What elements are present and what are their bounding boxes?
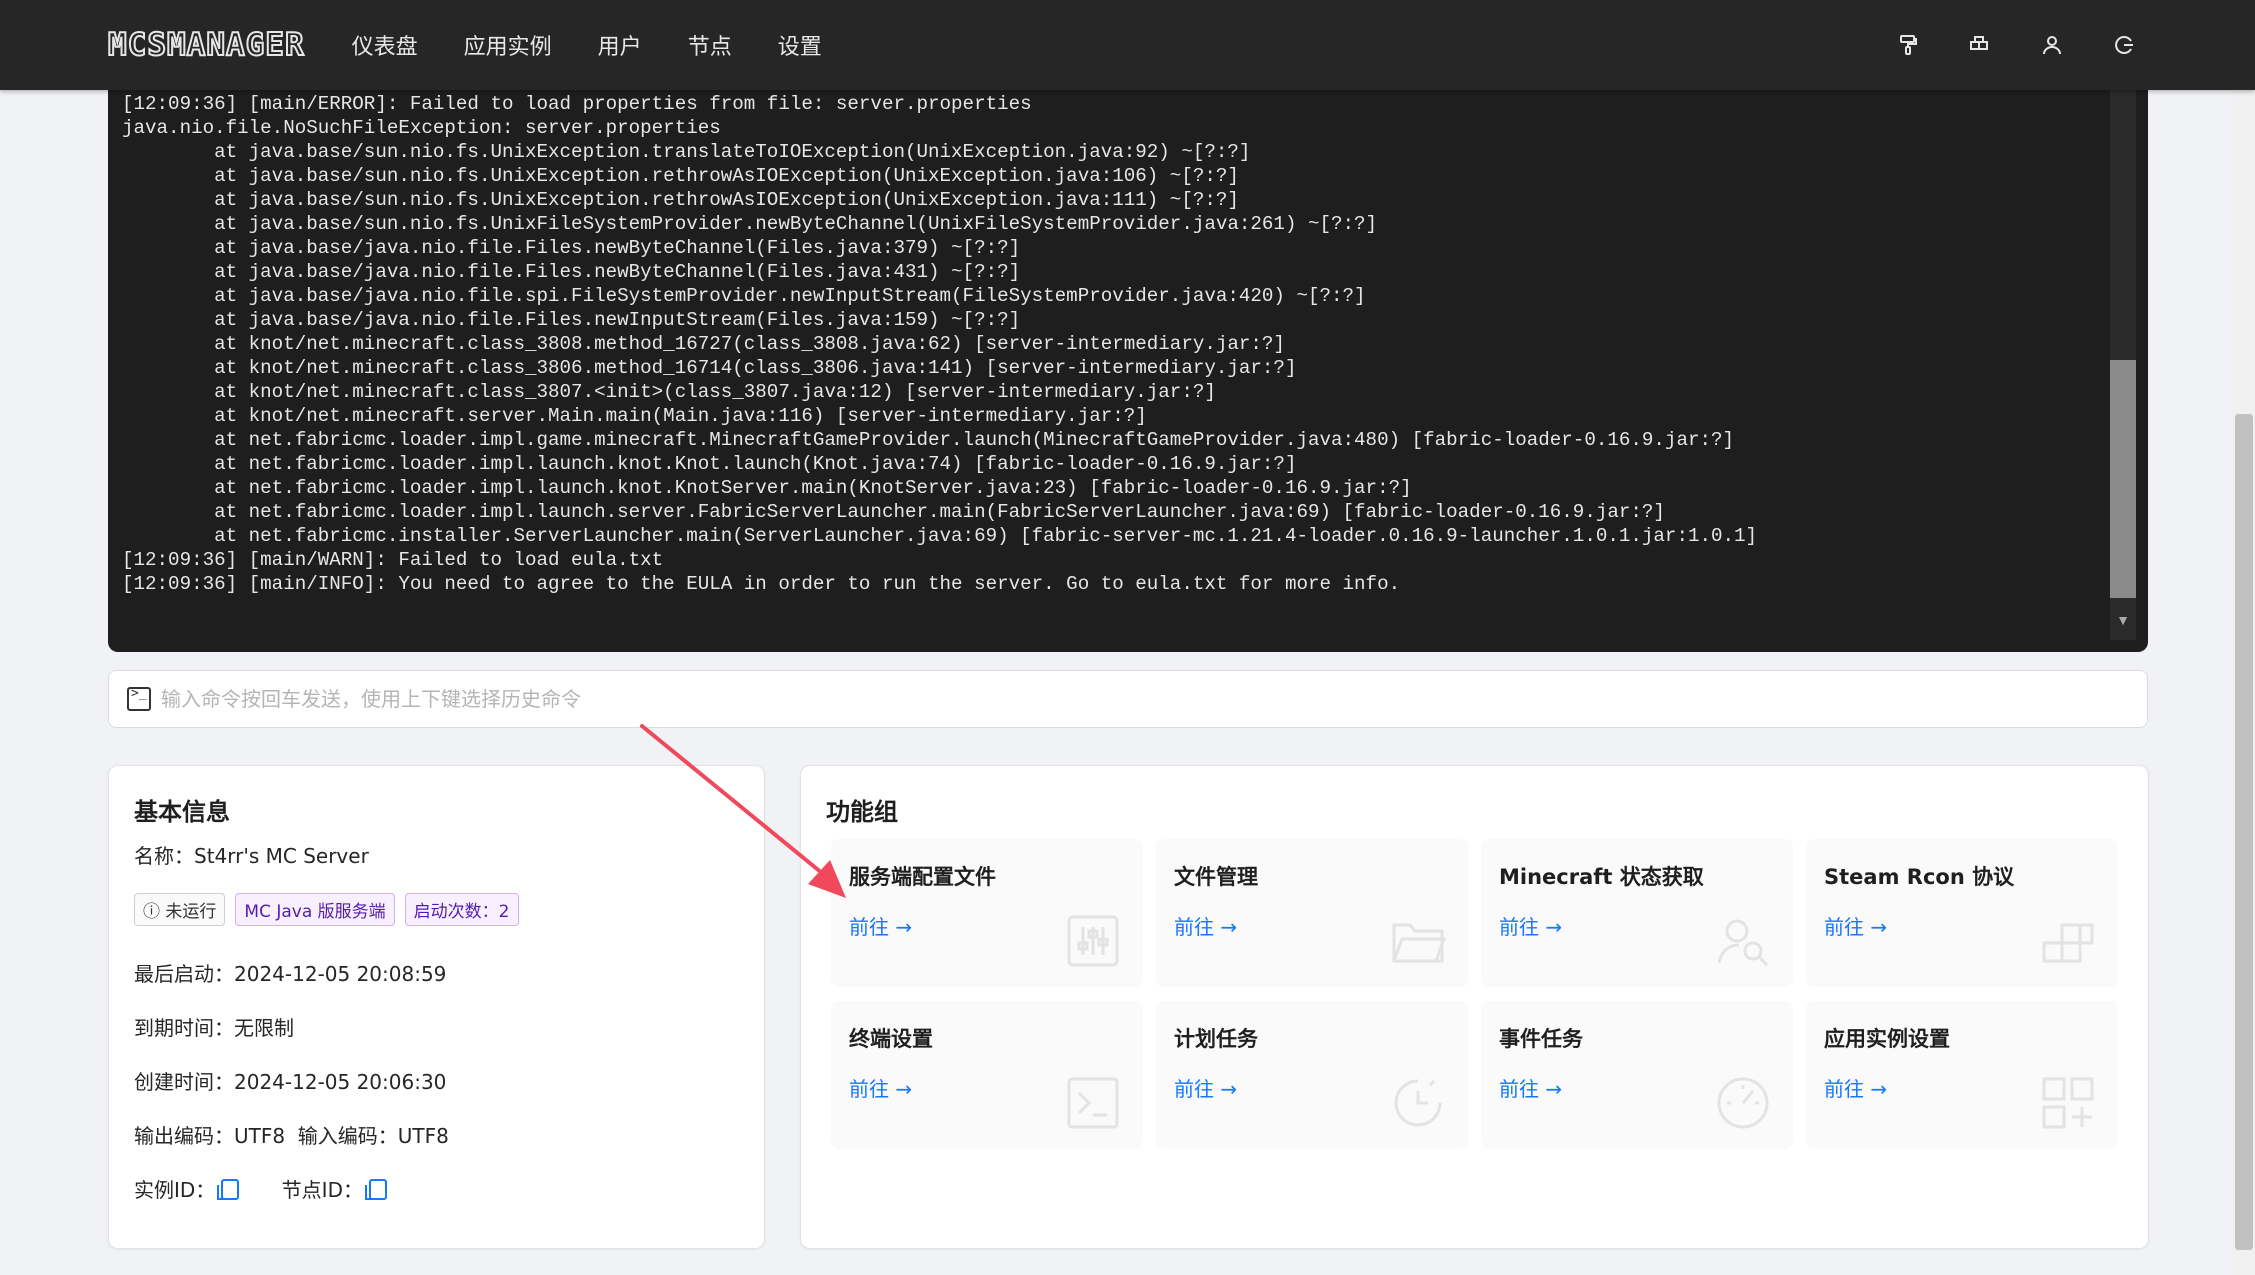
- terminal-line: at java.base/java.nio.file.Files.newInpu…: [122, 309, 1021, 331]
- go-link[interactable]: 前往 →: [849, 911, 912, 940]
- terminal-line: at knot/net.minecraft.class_3807.<init>(…: [122, 381, 1216, 403]
- function-group-title: 功能组: [826, 798, 898, 826]
- logout-icon[interactable]: [2111, 32, 2137, 58]
- encoding-row: 输出编码：UTF8 输入编码：UTF8: [134, 1124, 449, 1148]
- terminal-line: at net.fabricmc.loader.impl.launch.knot.…: [122, 477, 1412, 499]
- go-link[interactable]: 前往 →: [1499, 1073, 1562, 1102]
- terminal-line: at net.fabricmc.installer.ServerLauncher…: [122, 525, 1758, 547]
- expire-row: 到期时间：无限制: [134, 1016, 294, 1040]
- nav-actions: [1849, 0, 2137, 90]
- terminal-line: at java.base/java.nio.file.Files.newByte…: [122, 261, 1021, 283]
- go-link[interactable]: 前往 →: [1174, 1073, 1237, 1102]
- clock-icon: [1390, 1075, 1446, 1131]
- copy-node-id-icon[interactable]: [364, 1179, 387, 1200]
- status-badge: ⓘ 未运行: [134, 893, 226, 926]
- apps-icon: [2040, 1075, 2096, 1131]
- nav-settings[interactable]: 设置: [778, 29, 822, 61]
- fn-steam-rcon[interactable]: Steam Rcon 协议 前往 →: [1806, 839, 2118, 987]
- terminal-output[interactable]: es/fabricmc/sponge-mixin/0.15.4+mixin.0.…: [108, 72, 2148, 652]
- terminal-line: at net.fabricmc.loader.impl.game.minecra…: [122, 429, 1735, 451]
- go-link[interactable]: 前往 →: [1499, 911, 1562, 940]
- fn-title: Minecraft 状态获取: [1499, 865, 1704, 889]
- folder-icon: [1390, 913, 1447, 969]
- layout-icon[interactable]: [1967, 32, 1993, 58]
- basic-info-card: 基本信息 名称：St4rr's MC Server ⓘ 未运行 MC Java …: [108, 765, 765, 1249]
- id-row: 实例ID： 节点ID：: [134, 1174, 387, 1203]
- sliders-icon: [1065, 913, 1121, 969]
- fn-file-manager[interactable]: 文件管理 前往 →: [1156, 839, 1468, 987]
- paint-roller-icon[interactable]: [1895, 32, 1921, 58]
- terminal-line: at net.fabricmc.loader.impl.launch.knot.…: [122, 453, 1297, 475]
- last-start-row: 最后启动：2024-12-05 20:08:59: [134, 962, 447, 986]
- fn-terminal-settings[interactable]: 终端设置 前往 →: [831, 1001, 1143, 1149]
- fn-minecraft-status[interactable]: Minecraft 状态获取 前往 →: [1481, 839, 1793, 987]
- gauge-icon: [1715, 1075, 1771, 1131]
- copy-instance-id-icon[interactable]: [217, 1179, 240, 1200]
- go-link[interactable]: 前往 →: [1174, 911, 1237, 940]
- instance-name-label: 名称：: [134, 844, 194, 868]
- go-link[interactable]: 前往 →: [849, 1073, 912, 1102]
- terminal-icon: [1065, 1075, 1121, 1131]
- blocks-icon: [2040, 913, 2096, 969]
- command-bar: [108, 670, 2148, 728]
- fn-title: 应用实例设置: [1824, 1027, 1950, 1051]
- terminal-line: [12:09:36] [main/WARN]: Failed to load e…: [122, 549, 664, 571]
- terminal-line: at java.base/sun.nio.fs.UnixFileSystemPr…: [122, 213, 1378, 235]
- instance-name: St4rr's MC Server: [194, 844, 369, 868]
- terminal-line: at java.base/java.nio.file.spi.FileSyste…: [122, 285, 1366, 307]
- terminal-line: at knot/net.minecraft.class_3808.method_…: [122, 333, 1285, 355]
- fn-title: 终端设置: [849, 1027, 933, 1051]
- user-icon[interactable]: [2039, 32, 2065, 58]
- terminal-line: [12:09:36] [main/INFO]: You need to agre…: [122, 573, 1401, 595]
- fn-instance-settings[interactable]: 应用实例设置 前往 →: [1806, 1001, 2118, 1149]
- fn-title: 计划任务: [1174, 1027, 1258, 1051]
- terminal-line: at knot/net.minecraft.server.Main.main(M…: [122, 405, 1147, 427]
- go-link[interactable]: 前往 →: [1824, 911, 1887, 940]
- terminal-lines: es/fabricmc/sponge-mixin/0.15.4+mixin.0.…: [122, 72, 2108, 596]
- fn-event-tasks[interactable]: 事件任务 前往 →: [1481, 1001, 1793, 1149]
- terminal-prompt-icon: [127, 686, 151, 711]
- nav-users[interactable]: 用户: [598, 29, 642, 61]
- user-search-icon: [1715, 913, 1771, 969]
- top-nav: MCSMANAGER 仪表盘 应用实例 用户 节点 设置: [0, 0, 2255, 90]
- nav-nodes[interactable]: 节点: [688, 29, 732, 61]
- nav-instances[interactable]: 应用实例: [464, 29, 552, 61]
- function-group-card: 功能组 服务端配置文件 前往 → 文件管理 前往 → Minecraft 状态获…: [800, 765, 2149, 1249]
- fn-title: 文件管理: [1174, 865, 1258, 889]
- terminal-scrollbar-thumb[interactable]: [2110, 360, 2136, 598]
- command-input[interactable]: [159, 686, 2063, 712]
- basic-info-title: 基本信息: [134, 798, 230, 826]
- nav-dashboard[interactable]: 仪表盘: [352, 29, 418, 61]
- created-row: 创建时间：2024-12-05 20:06:30: [134, 1070, 447, 1094]
- fn-title: 服务端配置文件: [849, 865, 996, 889]
- start-count-badge: 启动次数：2: [404, 893, 519, 926]
- instance-id-label: 实例ID：: [134, 1178, 216, 1202]
- instance-name-row: 名称：St4rr's MC Server: [134, 840, 369, 869]
- type-badge: MC Java 版服务端: [235, 893, 395, 926]
- scroll-down-icon[interactable]: ▼: [2116, 612, 2130, 628]
- fn-title: Steam Rcon 协议: [1824, 865, 2015, 889]
- fn-scheduled-tasks[interactable]: 计划任务 前往 →: [1156, 1001, 1468, 1149]
- app-logo[interactable]: MCSMANAGER: [107, 26, 305, 64]
- terminal-line: at java.base/sun.nio.fs.UnixException.tr…: [122, 141, 1251, 163]
- go-link[interactable]: 前往 →: [1824, 1073, 1887, 1102]
- terminal-line: at java.base/sun.nio.fs.UnixException.re…: [122, 189, 1239, 211]
- status-badge-text: 未运行: [165, 902, 217, 922]
- fn-title: 事件任务: [1499, 1027, 1583, 1051]
- nav-menu: 仪表盘 应用实例 用户 节点 设置: [331, 29, 847, 61]
- terminal-line: java.nio.file.NoSuchFileException: serve…: [122, 117, 721, 139]
- terminal-line: at knot/net.minecraft.class_3806.method_…: [122, 357, 1297, 379]
- node-id-label: 节点ID：: [281, 1178, 363, 1202]
- page-scrollbar-thumb[interactable]: [2235, 414, 2253, 1250]
- terminal-line: [12:09:36] [main/ERROR]: Failed to load …: [122, 93, 1032, 115]
- status-tags: ⓘ 未运行 MC Java 版服务端 启动次数：2: [134, 893, 529, 926]
- terminal-line: at java.base/java.nio.file.Files.newByte…: [122, 237, 1021, 259]
- fn-server-config[interactable]: 服务端配置文件 前往 →: [831, 839, 1143, 987]
- terminal-line: at net.fabricmc.loader.impl.launch.serve…: [122, 501, 1665, 523]
- terminal-line: at java.base/sun.nio.fs.UnixException.re…: [122, 165, 1239, 187]
